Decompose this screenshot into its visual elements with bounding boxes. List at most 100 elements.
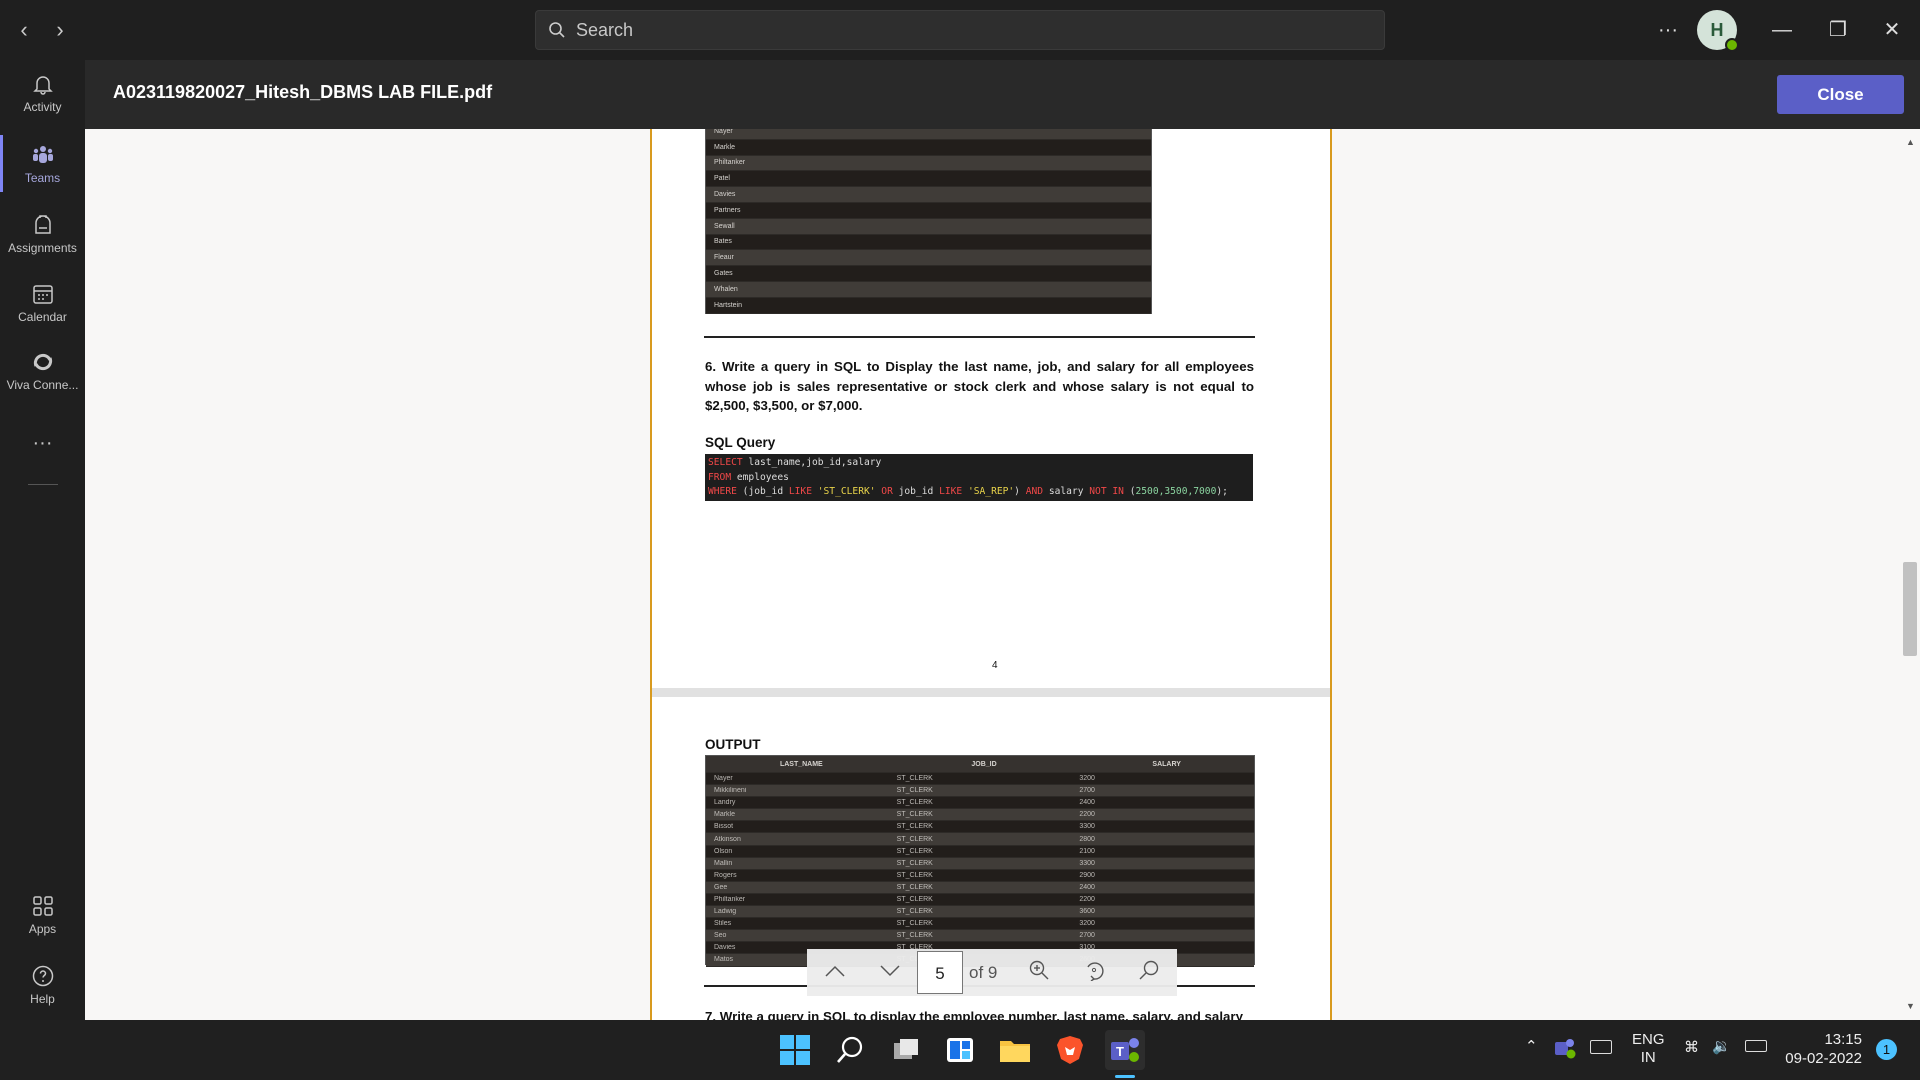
table-row: Philtanker ST_CLERK 2200 <box>706 893 1254 907</box>
table-cell: Davies <box>714 191 736 199</box>
table-row: Markle <box>706 139 1151 156</box>
table-cell: 2400 <box>1079 799 1095 807</box>
scrollbar-thumb[interactable] <box>1903 562 1917 656</box>
page-gap <box>650 688 1332 697</box>
minimize-icon[interactable]: — <box>1766 14 1798 46</box>
table-cell: ST_CLERK <box>896 799 933 807</box>
search-input[interactable]: Search <box>535 10 1385 50</box>
more-options-icon[interactable]: ··· <box>1652 14 1684 46</box>
rail-label: Assignments <box>8 241 77 255</box>
table-cell: Hartstein <box>714 301 743 309</box>
rail-item-viva-connections[interactable]: Viva Conne... <box>0 350 85 400</box>
volume-icon[interactable]: 🔉 <box>1712 1037 1731 1055</box>
sql-keyword: LIKE <box>788 486 812 497</box>
table-row: Nayer ST_CLERK 3200 <box>706 773 1254 786</box>
file-header: A023119820027_Hitesh_DBMS LAB FILE.pdf C… <box>85 60 1920 129</box>
table-row: Gates <box>706 266 1151 282</box>
table-cell: 2100 <box>1079 847 1095 855</box>
teams-taskbar-icon[interactable]: T <box>1105 1030 1145 1070</box>
table-cell: Philtanker <box>714 159 746 167</box>
table-cell: Stiles <box>714 920 732 928</box>
table-row: Bates <box>706 234 1151 251</box>
pdf-viewer[interactable]: Nayer Markle Philtanker Patel Davies Partners… <box>85 129 1920 1020</box>
page-number-input[interactable]: 5 <box>917 951 963 994</box>
output-table: LAST_NAME JOB_ID SALARY Nayer ST_CLERK 3200 Mi… <box>705 755 1255 967</box>
column-header: JOB_ID <box>971 760 997 768</box>
find-icon[interactable] <box>1121 959 1176 986</box>
rail-label: Activity <box>23 100 62 114</box>
rotate-icon[interactable] <box>1066 959 1121 986</box>
language-indicator[interactable]: ENG IN <box>1632 1031 1665 1067</box>
sql-number: 2500,3500,7000 <box>1135 486 1217 497</box>
brave-browser-icon[interactable] <box>1050 1030 1090 1070</box>
table-cell: Seo <box>714 932 727 940</box>
table-row: Markle ST_CLERK 2200 <box>706 809 1254 822</box>
more-apps-icon[interactable]: ··· <box>0 432 85 455</box>
battery-charging-icon[interactable] <box>1745 1040 1767 1052</box>
clock[interactable]: 13:15 09-02-2022 <box>1780 1030 1862 1068</box>
table-cell: 2800 <box>1079 835 1095 843</box>
table-cell: Mikkilineni <box>714 787 747 795</box>
close-button[interactable]: Close <box>1777 75 1904 114</box>
table-cell: Partners <box>714 206 741 214</box>
rail-item-activity[interactable]: Activity <box>0 72 85 122</box>
table-header-row: LAST_NAME JOB_ID SALARY <box>706 756 1254 773</box>
table-cell: Atkinson <box>714 835 741 843</box>
task-view-icon[interactable] <box>886 1030 926 1070</box>
notification-badge[interactable]: 1 <box>1876 1039 1897 1060</box>
previous-page-icon[interactable] <box>807 962 862 983</box>
app-rail: Activity Teams Assignments Calendar Viva… <box>0 60 85 1020</box>
widgets-icon[interactable] <box>940 1030 980 1070</box>
output-label: OUTPUT <box>705 737 761 752</box>
table-cell: ST_CLERK <box>896 859 933 867</box>
rail-item-calendar[interactable]: Calendar <box>0 282 85 332</box>
table-cell: Sewall <box>714 222 735 230</box>
table-cell: Whalen <box>714 285 738 293</box>
next-page-icon[interactable] <box>862 962 917 983</box>
backpack-icon <box>34 215 51 234</box>
table-cell: ST_CLERK <box>896 835 933 843</box>
back-icon[interactable]: ‹ <box>10 16 38 44</box>
sql-text: ); <box>1216 486 1228 497</box>
region-code: IN <box>1640 1049 1656 1066</box>
avatar[interactable]: H <box>1697 10 1739 52</box>
table-row: Whalen <box>706 281 1151 298</box>
sql-text: last_name,job_id,salary <box>742 457 882 468</box>
table-cell: ST_CLERK <box>896 847 933 855</box>
scroll-up-icon[interactable]: ▲ <box>1906 137 1915 147</box>
table-row: Stiles ST_CLERK 3200 <box>706 918 1254 931</box>
zoom-in-icon[interactable] <box>1011 959 1066 986</box>
avatar-initial: H <box>1710 20 1724 40</box>
forward-icon[interactable]: › <box>46 16 74 44</box>
date: 09-02-2022 <box>1785 1050 1862 1067</box>
table-cell: 3300 <box>1079 823 1095 831</box>
rail-item-assignments[interactable]: Assignments <box>0 213 85 263</box>
pdf-toolbar: 5 of 9 <box>807 949 1177 996</box>
wifi-icon[interactable]: ⌘ <box>1684 1038 1699 1056</box>
rail-item-teams[interactable]: Teams <box>0 135 85 192</box>
table-row: Sewall <box>706 218 1151 235</box>
table-cell: 3200 <box>1079 775 1095 783</box>
sql-query-label: SQL Query <box>705 435 776 450</box>
table-row: Fleaur <box>706 250 1151 267</box>
file-explorer-icon[interactable] <box>995 1030 1035 1070</box>
show-hidden-icons[interactable]: ⌃ <box>1525 1037 1538 1055</box>
table-row: Davies <box>706 187 1151 203</box>
windows-start-icon[interactable] <box>775 1030 815 1070</box>
touch-keyboard-icon[interactable] <box>1590 1040 1612 1054</box>
rail-item-help[interactable]: Help <box>0 964 85 1014</box>
table-cell: Rogers <box>714 871 737 879</box>
search-taskbar-icon[interactable] <box>830 1030 870 1070</box>
table-cell: 2200 <box>1079 895 1095 903</box>
close-window-icon[interactable]: ✕ <box>1876 14 1908 46</box>
scroll-down-icon[interactable]: ▼ <box>1906 1001 1915 1011</box>
search-icon <box>549 22 565 38</box>
taskbar: T ⌃ ENG IN ⌘ 🔉 13:15 09-02-2022 1 <box>0 1020 1920 1080</box>
rail-item-apps[interactable]: Apps <box>0 894 85 944</box>
teams-icon <box>32 146 53 163</box>
table-row: Atkinson ST_CLERK 2800 <box>706 833 1254 846</box>
restore-icon[interactable]: ❐ <box>1822 14 1854 46</box>
column-header: LAST_NAME <box>779 760 823 768</box>
sql-text: employees <box>731 471 789 483</box>
teams-tray-icon[interactable] <box>1553 1037 1577 1061</box>
